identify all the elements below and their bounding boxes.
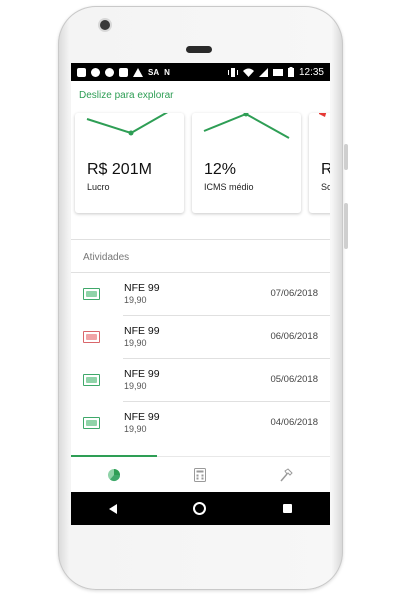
kpi-value: 12%: [204, 161, 237, 178]
earpiece-speaker: [186, 46, 212, 53]
activity-title: NFE 99: [124, 325, 160, 337]
facebook-icon: [77, 67, 86, 77]
activity-amount: 19,90: [124, 295, 147, 305]
section-divider: [71, 239, 330, 240]
icms-sparkline: [203, 113, 290, 139]
front-camera: [100, 20, 110, 30]
kpi-card-partial[interactable]: R So: [309, 113, 330, 213]
home-icon[interactable]: [193, 502, 207, 515]
kpi-card-profit[interactable]: R$ 201M Lucro: [75, 113, 184, 213]
power-button: [344, 144, 348, 170]
n-app-icon: N: [164, 67, 170, 77]
battery-icon: [287, 67, 294, 77]
hammer-icon: [280, 468, 293, 482]
activity-date: 07/06/2018: [270, 288, 318, 299]
activity-row[interactable]: NFE 99 19,90 07/06/2018: [71, 273, 330, 316]
activity-date: 04/06/2018: [270, 417, 318, 428]
vibrate-icon: [227, 67, 238, 77]
tab-calculator[interactable]: [157, 457, 243, 493]
activity-row[interactable]: NFE 99 19,90 06/06/2018: [71, 316, 330, 359]
profit-sparkline: [86, 113, 169, 136]
kpi-value: R$ 201M: [87, 161, 152, 178]
activity-amount: 19,90: [124, 381, 147, 391]
wifi-icon: [242, 68, 254, 77]
carrier-label: SA: [148, 67, 160, 77]
icms-sparkline-line: [203, 113, 290, 139]
pie-chart-icon: [108, 469, 121, 482]
activity-amount: 19,90: [124, 338, 147, 348]
banknote-icon: [83, 288, 100, 300]
partial-sparkline: [319, 113, 327, 117]
calculator-icon: [194, 468, 206, 482]
explore-hint: Deslize para explorar: [79, 90, 174, 101]
image-icon: [119, 67, 128, 77]
activity-title: NFE 99: [124, 282, 160, 294]
banknote-icon: [83, 331, 100, 343]
activity-title: NFE 99: [124, 411, 160, 423]
back-icon[interactable]: [109, 503, 118, 514]
signal-icon: [258, 67, 268, 77]
banknote-icon: [83, 374, 100, 386]
recents-icon[interactable]: [282, 504, 292, 513]
system-navigation-bar: [71, 492, 330, 525]
activities-title: Atividades: [83, 252, 130, 263]
activity-date: 06/06/2018: [270, 331, 318, 342]
activity-row[interactable]: NFE 99 19,90 05/06/2018: [71, 359, 330, 402]
partial-sparkline-mark: [319, 113, 327, 117]
activity-row[interactable]: NFE 99 19,90 04/06/2018: [71, 402, 330, 445]
volume-button: [344, 203, 348, 249]
activity-title: NFE 99: [124, 368, 160, 380]
profit-sparkline-line: [86, 113, 169, 135]
kpi-label: So: [321, 182, 330, 192]
warning-icon: [133, 67, 143, 77]
sync-icon: [105, 67, 114, 77]
clock: 12:35: [298, 66, 324, 78]
tab-tools[interactable]: [243, 457, 329, 493]
status-bar: SA N 12:35: [71, 63, 330, 81]
kpi-carousel[interactable]: R$ 201M Lucro 12% ICMS médio R So: [71, 111, 330, 216]
kpi-card-icms[interactable]: 12% ICMS médio: [192, 113, 301, 213]
kpi-label: Lucro: [87, 182, 110, 192]
tab-dashboard[interactable]: [71, 457, 157, 493]
activity-date: 05/06/2018: [270, 374, 318, 385]
activity-amount: 19,90: [124, 424, 147, 434]
screen: SA N 12:35 Deslize para explorar R$ 201M…: [71, 63, 330, 525]
screenshot-icon: [272, 68, 283, 76]
kpi-label: ICMS médio: [204, 182, 254, 192]
profit-sparkline-point: [128, 130, 134, 136]
banknote-icon: [83, 417, 100, 429]
kpi-value: R: [321, 161, 330, 178]
messenger-icon: [91, 67, 100, 77]
bottom-navigation: [71, 455, 330, 493]
